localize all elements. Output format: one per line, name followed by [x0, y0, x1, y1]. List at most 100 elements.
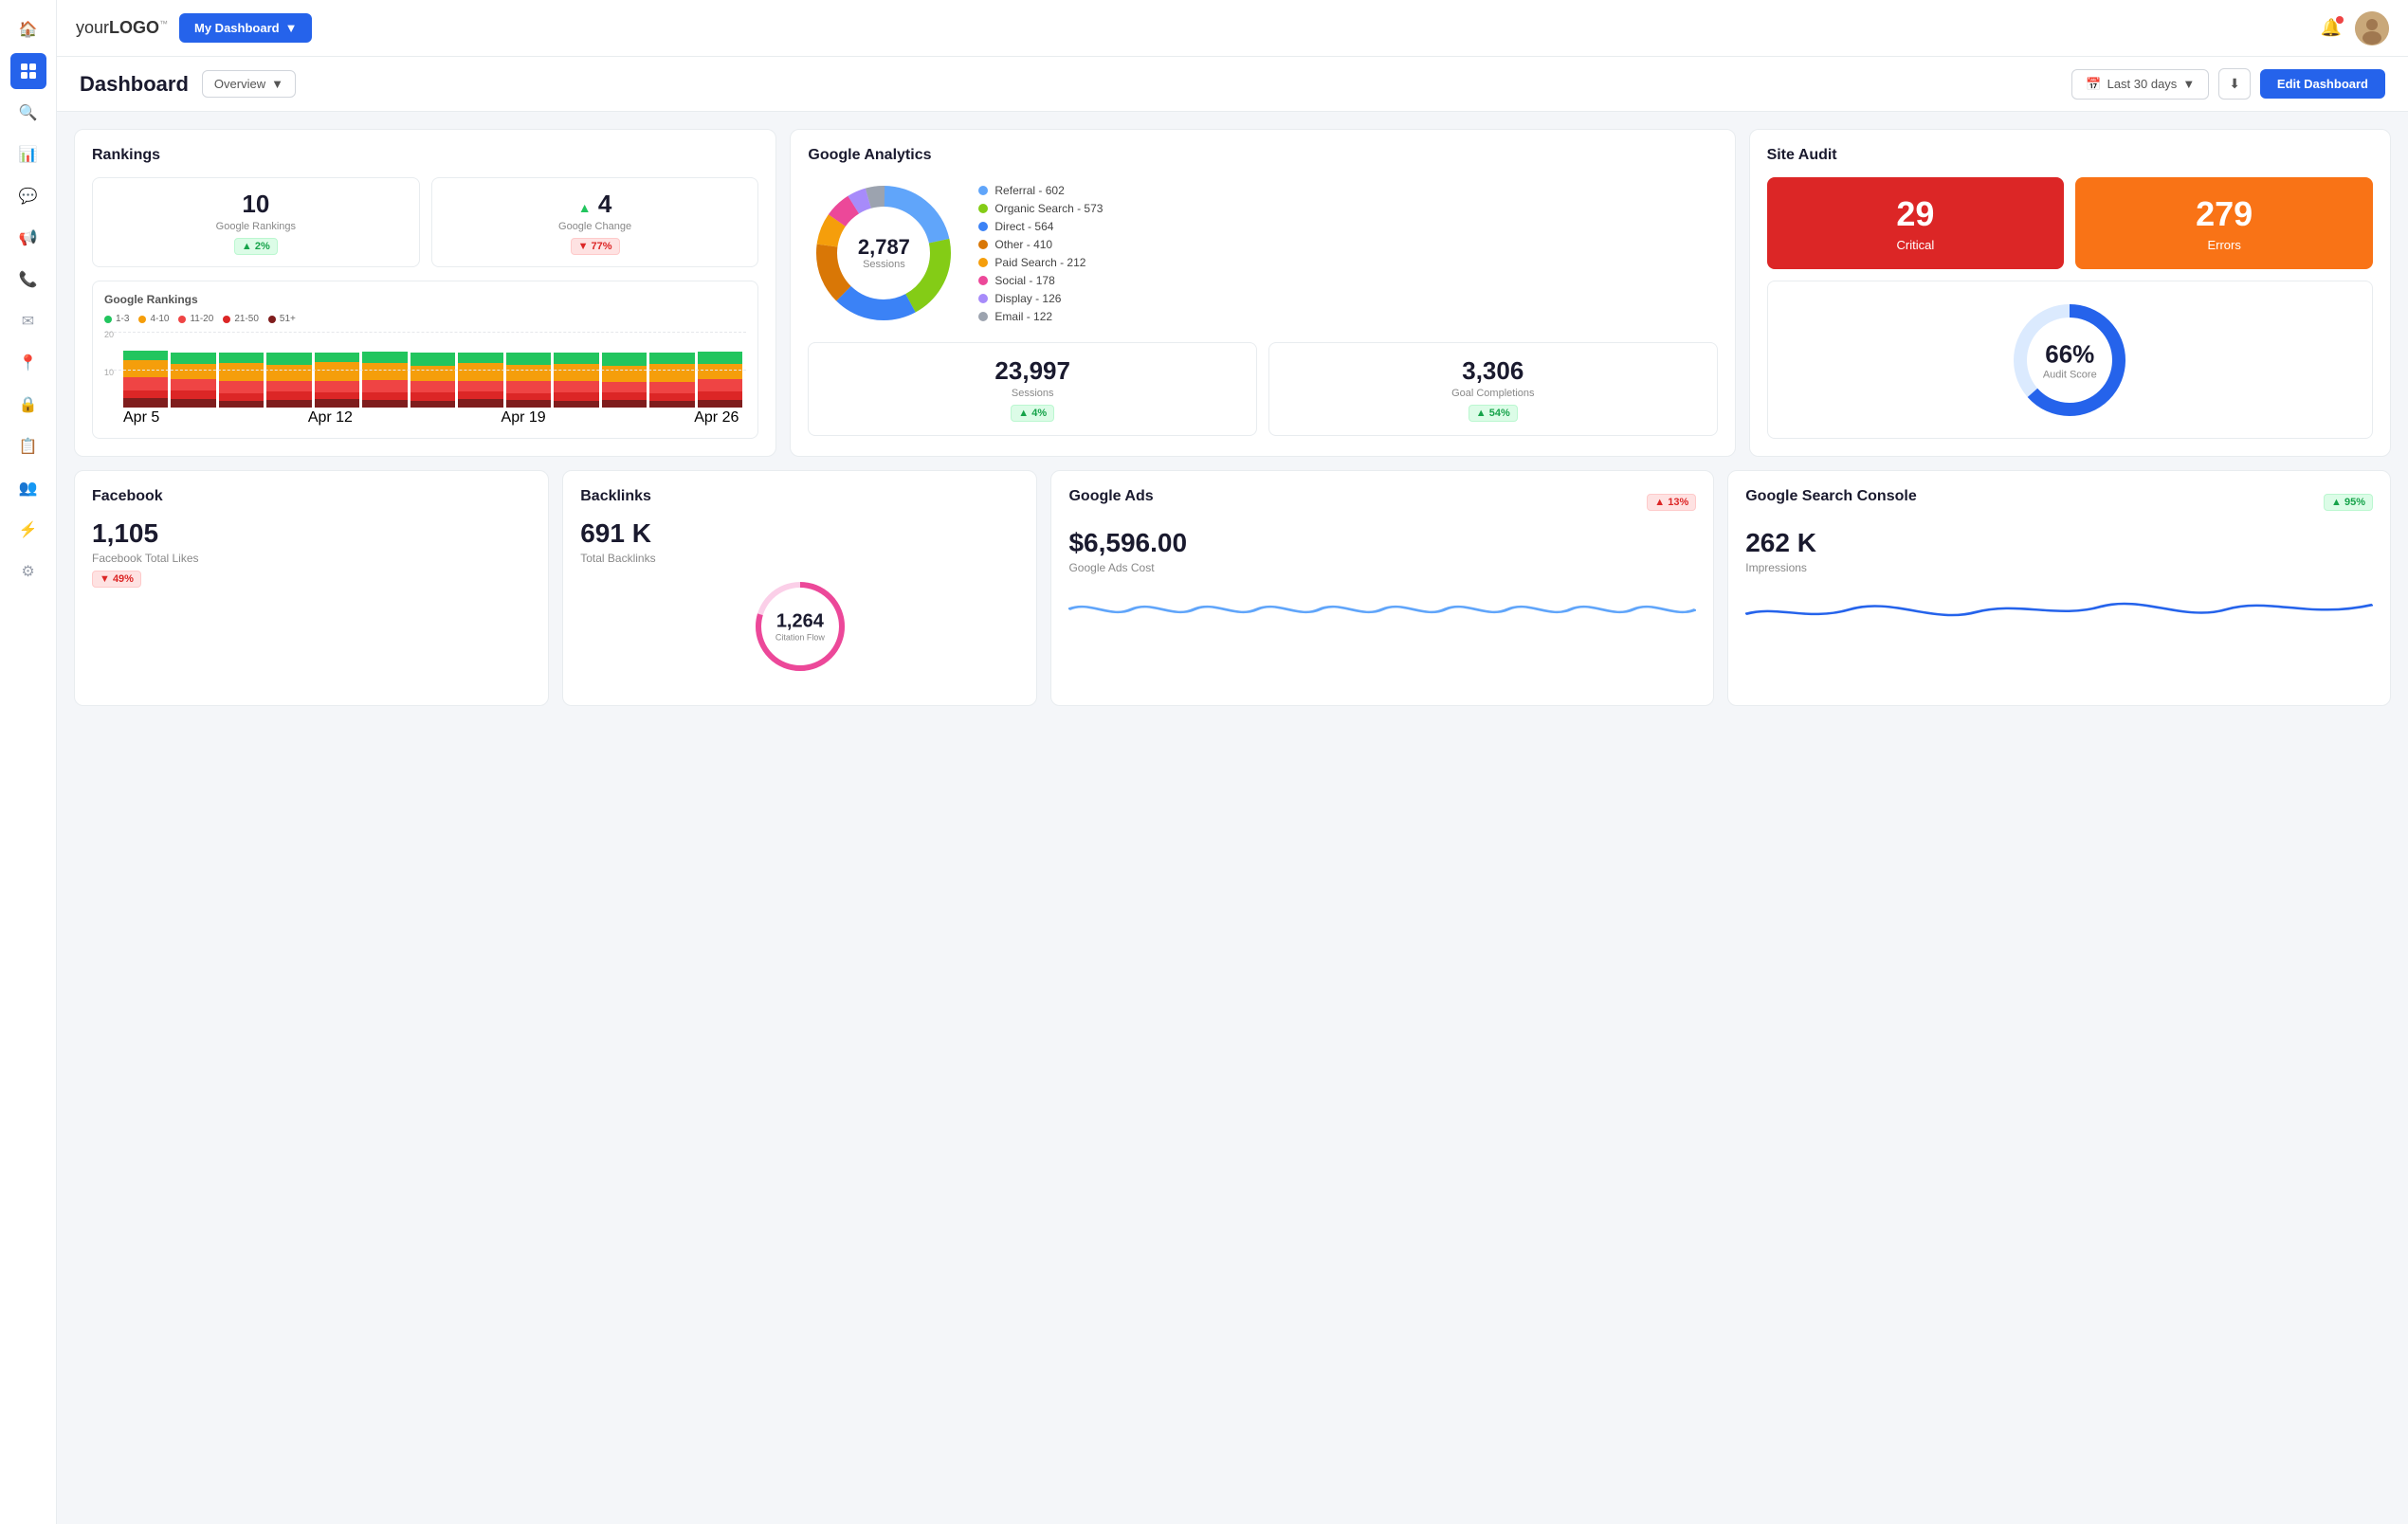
audit-errors-label: Errors	[2092, 238, 2356, 252]
sidebar-icon-integrations[interactable]: ⚡	[10, 512, 46, 548]
facebook-badge: ▼ 49%	[92, 571, 141, 588]
google-change-value: 4	[598, 190, 611, 218]
sidebar-icon-users[interactable]: 👥	[10, 470, 46, 506]
score-num: 66%	[2043, 339, 2097, 369]
score-label: Audit Score	[2043, 369, 2097, 380]
google-ads-card: Google Ads ▲ 13% $6,596.00 Google Ads Co…	[1050, 470, 1714, 706]
google-ads-title: Google Ads	[1068, 488, 1153, 505]
sidebar: 🏠 🔍 📊 💬 📢 📞 ✉ 📍 🔒 📋 👥 ⚡ ⚙	[0, 0, 57, 1524]
site-audit-card: Site Audit 29 Critical 279 Errors	[1749, 129, 2391, 457]
avatar[interactable]	[2355, 11, 2389, 45]
gsc-impressions-label: Impressions	[1745, 561, 2373, 574]
date-range-label: Last 30 days	[2107, 77, 2178, 91]
score-center: 66% Audit Score	[2043, 339, 2097, 380]
analytics-donut: 2,787 Sessions	[808, 177, 959, 329]
legend-paid: Paid Search - 212	[978, 256, 1103, 269]
backlinks-title: Backlinks	[580, 488, 1019, 505]
sessions-badge: ▲ 4%	[1011, 405, 1054, 422]
facebook-card: Facebook 1,105 Facebook Total Likes ▼ 49…	[74, 470, 549, 706]
google-change-label: Google Change	[444, 221, 747, 232]
google-rankings-stat: 10 Google Rankings ▲ 2%	[92, 177, 420, 267]
main-area: yourLOGO™ My Dashboard ▼ 🔔 Dashboard Ove…	[57, 0, 2408, 1524]
x-label-apr12: Apr 12	[308, 409, 353, 426]
rankings-bar-chart	[104, 332, 746, 408]
page-header: Dashboard Overview ▼ 📅 Last 30 days ▼ ⬇ …	[57, 57, 2408, 112]
sidebar-icon-chat[interactable]: 💬	[10, 178, 46, 214]
logo-tm: ™	[159, 19, 168, 28]
date-range-button[interactable]: 📅 Last 30 days ▼	[2071, 69, 2209, 100]
google-rankings-num: 10	[104, 190, 408, 219]
sidebar-icon-reports[interactable]: 📋	[10, 428, 46, 464]
legend-21-50: 21-50	[223, 314, 259, 324]
notification-bell-icon[interactable]: 🔔	[2321, 18, 2342, 38]
google-rankings-badge: ▲ 2%	[234, 238, 278, 255]
legend-11-20: 11-20	[178, 314, 213, 324]
google-change-stat: ▲ 4 Google Change ▼ 77%	[431, 177, 759, 267]
sidebar-icon-analytics[interactable]: 📊	[10, 136, 46, 172]
download-button[interactable]: ⬇	[2218, 68, 2251, 100]
sidebar-icon-location[interactable]: 📍	[10, 345, 46, 381]
sidebar-icon-dashboard[interactable]	[10, 53, 46, 89]
google-ads-wave	[1068, 586, 1696, 638]
rankings-card: Rankings 10 Google Rankings ▲ 2% ▲ 4 Goo…	[74, 129, 776, 457]
backlinks-card: Backlinks 691 K Total Backlinks 1,264 Ci…	[562, 470, 1037, 706]
sidebar-icon-campaigns[interactable]: 📢	[10, 220, 46, 256]
goals-badge: ▲ 54%	[1469, 405, 1518, 422]
top-nav-right: 🔔	[2321, 11, 2389, 45]
sidebar-icon-search[interactable]: 🔍	[10, 95, 46, 131]
download-icon: ⬇	[2229, 76, 2240, 91]
facebook-title: Facebook	[92, 488, 531, 505]
sidebar-icon-lock[interactable]: 🔒	[10, 387, 46, 423]
dashboard-btn-label: My Dashboard	[194, 21, 280, 35]
rankings-chart-section: Google Rankings 1-3 4-10 11-20 21-50 51+	[92, 281, 758, 439]
my-dashboard-button[interactable]: My Dashboard ▼	[179, 13, 312, 43]
facebook-likes-label: Facebook Total Likes	[92, 552, 531, 565]
logo: yourLOGO™	[76, 18, 168, 38]
x-label-apr26: Apr 26	[694, 409, 739, 426]
page-header-left: Dashboard Overview ▼	[80, 70, 296, 98]
legend-direct: Direct - 564	[978, 220, 1103, 233]
sidebar-icon-home[interactable]: 🏠	[10, 11, 46, 47]
sessions-num: 23,997	[822, 356, 1243, 386]
sidebar-icon-email[interactable]: ✉	[10, 303, 46, 339]
x-label-apr5: Apr 5	[123, 409, 159, 426]
analytics-legend: Referral - 602 Organic Search - 573 Dire…	[978, 184, 1103, 323]
rankings-chart-legend: 1-3 4-10 11-20 21-50 51+	[104, 314, 746, 324]
logo-text: your	[76, 18, 109, 37]
analytics-donut-num: 2,787	[858, 236, 910, 259]
calendar-icon: 📅	[2086, 77, 2101, 92]
google-ads-cost: $6,596.00	[1068, 528, 1696, 558]
site-audit-title: Site Audit	[1767, 147, 2373, 164]
sidebar-icon-settings[interactable]: ⚙	[10, 553, 46, 590]
audit-errors-num: 279	[2092, 194, 2356, 234]
gsc-title: Google Search Console	[1745, 488, 1916, 505]
citation-flow-donut-wrap: 1,264 Citation Flow	[580, 565, 1019, 688]
legend-email: Email - 122	[978, 310, 1103, 323]
row-1: Rankings 10 Google Rankings ▲ 2% ▲ 4 Goo…	[74, 129, 2391, 457]
legend-51plus: 51+	[268, 314, 296, 324]
gsc-badge: ▲ 95%	[2324, 494, 2373, 511]
overview-button[interactable]: Overview ▼	[202, 70, 296, 98]
google-ads-cost-label: Google Ads Cost	[1068, 561, 1696, 574]
rankings-mini-stats: 10 Google Rankings ▲ 2% ▲ 4 Google Chang…	[92, 177, 758, 267]
backlinks-total-num: 691 K	[580, 518, 1019, 549]
goals-num: 3,306	[1283, 356, 1704, 386]
legend-referral: Referral - 602	[978, 184, 1103, 197]
google-change-badge: ▼ 77%	[571, 238, 620, 255]
sidebar-icon-phone[interactable]: 📞	[10, 262, 46, 298]
goals-label: Goal Completions	[1283, 388, 1704, 399]
citation-flow-donut: 1,264 Citation Flow	[748, 574, 852, 679]
gsc-top: Google Search Console ▲ 95%	[1745, 488, 2373, 518]
analytics-title: Google Analytics	[808, 147, 1717, 164]
page-title: Dashboard	[80, 72, 189, 97]
notification-dot	[2336, 16, 2344, 24]
goals-stat: 3,306 Goal Completions ▲ 54%	[1268, 342, 1718, 436]
sessions-stat: 23,997 Sessions ▲ 4%	[808, 342, 1257, 436]
top-nav: yourLOGO™ My Dashboard ▼ 🔔	[57, 0, 2408, 57]
google-ads-badge: ▲ 13%	[1647, 494, 1696, 511]
google-change-num: ▲ 4	[444, 190, 747, 219]
edit-dashboard-button[interactable]: Edit Dashboard	[2260, 69, 2385, 99]
score-donut: 66% Audit Score	[2008, 299, 2131, 422]
legend-social: Social - 178	[978, 274, 1103, 287]
audit-errors: 279 Errors	[2075, 177, 2373, 269]
